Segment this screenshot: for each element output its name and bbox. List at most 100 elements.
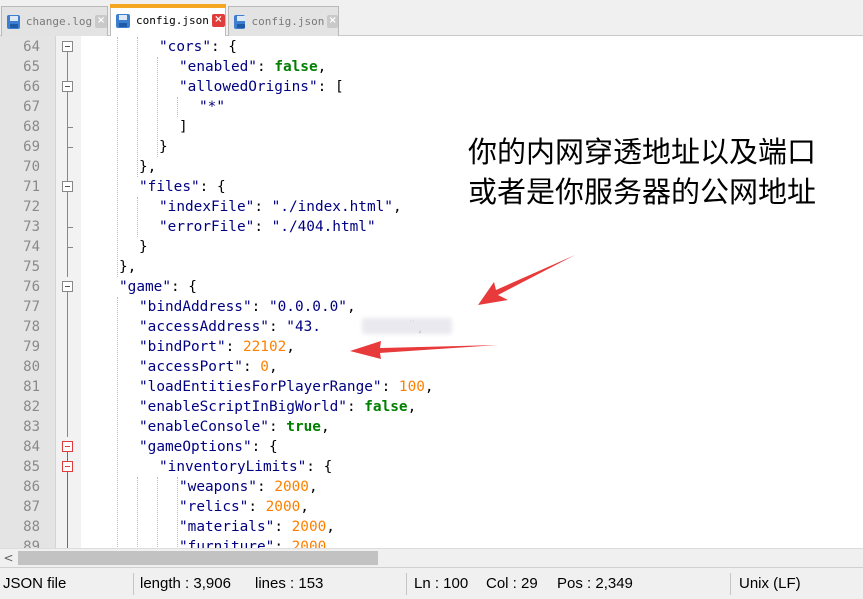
code-line: "*" [199, 99, 225, 115]
status-ln: Ln : 100 [414, 575, 469, 592]
line-number: 67 [23, 99, 40, 115]
saved-file-icon [116, 13, 130, 28]
tab-bar: change.log × config.json × config.json × [0, 0, 863, 36]
fold-collapse-icon[interactable] [62, 281, 73, 292]
fold-collapse-icon[interactable] [62, 41, 73, 52]
code-line: "enableConsole": true, [139, 419, 330, 435]
code-line: "allowedOrigins": [ [179, 79, 344, 95]
code-line: "enabled": false, [179, 59, 327, 75]
code-line: ] [179, 119, 188, 135]
code-line: "files": { [139, 179, 226, 195]
fold-collapse-icon[interactable] [62, 81, 73, 92]
annotation-text: 你的内网穿透地址以及端口 或者是你服务器的公网地址 [468, 132, 848, 212]
indent-guide [137, 37, 138, 177]
code-line: "furniture": 2000, [179, 539, 335, 548]
code-line: } [159, 139, 168, 155]
status-file-type: JSON file [3, 575, 67, 592]
code-line: "indexFile": "./index.html", [159, 199, 402, 215]
annotation-line-2: 或者是你服务器的公网地址 [468, 175, 817, 209]
indent-guide [137, 197, 138, 237]
code-line: "bindAddress": "0.0.0.0", [139, 299, 356, 315]
code-line: "materials": 2000, [179, 519, 335, 535]
fold-end-tick [67, 147, 73, 148]
line-number: 79 [23, 339, 40, 355]
indent-guide [157, 477, 158, 548]
close-tab-icon[interactable]: × [95, 15, 107, 28]
line-number: 81 [23, 379, 40, 395]
fold-collapse-icon[interactable] [62, 461, 73, 472]
code-line: "errorFile": "./404.html" [159, 219, 376, 235]
status-col: Col : 29 [486, 575, 538, 592]
scroll-left-icon[interactable]: < [0, 549, 17, 567]
saved-file-icon [7, 14, 20, 29]
tab-label: config.json [136, 14, 209, 27]
line-number: 69 [23, 139, 40, 155]
line-number: 88 [23, 519, 40, 535]
indent-guide [117, 37, 118, 277]
status-length: length : 3,906 [140, 575, 231, 592]
fold-end-tick [67, 227, 73, 228]
indent-guide [117, 297, 118, 548]
code-line: "enableScriptInBigWorld": false, [139, 399, 417, 415]
tab-label: config.json [251, 15, 325, 28]
line-number: 68 [23, 119, 40, 135]
code-line: "loadEntitiesForPlayerRange": 100, [139, 379, 434, 395]
indent-guide [177, 97, 178, 117]
line-number: 73 [23, 219, 40, 235]
code-line: }, [139, 159, 157, 175]
code-line: "game": { [119, 279, 197, 295]
line-number: 66 [23, 79, 40, 95]
annotation-line-1: 你的内网穿透地址以及端口 [468, 135, 817, 169]
line-number: 64 [23, 39, 40, 55]
line-number: 71 [23, 179, 40, 195]
tab-label: change.log [25, 15, 93, 28]
line-number: 82 [23, 399, 40, 415]
status-bar: JSON file length : 3,906 lines : 153 Ln … [0, 567, 863, 599]
line-number: 80 [23, 359, 40, 375]
line-number: 78 [23, 319, 40, 335]
indent-guide [137, 477, 138, 548]
line-number: 87 [23, 499, 40, 515]
status-lines: lines : 153 [255, 575, 324, 592]
fold-end-tick [67, 127, 73, 128]
line-number: 70 [23, 159, 40, 175]
line-number: 75 [23, 259, 40, 275]
code-line: "inventoryLimits": { [159, 459, 333, 475]
line-number: 83 [23, 419, 40, 435]
line-number: 84 [23, 439, 40, 455]
line-number: 65 [23, 59, 40, 75]
fold-collapse-icon[interactable] [62, 441, 73, 452]
close-tab-icon[interactable]: × [327, 15, 338, 28]
code-line: } [139, 239, 148, 255]
line-number: 74 [23, 239, 40, 255]
fold-end-tick [67, 247, 73, 248]
code-line: }, [119, 259, 137, 275]
line-number: 72 [23, 199, 40, 215]
code-line: "accessPort": 0, [139, 359, 278, 375]
fold-collapse-icon[interactable] [62, 181, 73, 192]
saved-file-icon [234, 14, 246, 29]
scrollbar-thumb[interactable] [18, 551, 378, 565]
line-number: 76 [23, 279, 40, 295]
code-line: "weapons": 2000, [179, 479, 318, 495]
line-number: 86 [23, 479, 40, 495]
redacted-address [362, 318, 452, 334]
fold-line [67, 287, 68, 437]
line-number-gutter: 64 65 66 67 68 69 70 71 72 73 74 75 76 77 78 79 80 81 82 83… [0, 36, 55, 555]
code-line: "relics": 2000, [179, 499, 309, 515]
status-pos: Pos : 2,349 [557, 575, 633, 592]
code-line: "gameOptions": { [139, 439, 278, 455]
code-editor[interactable]: "cors": { "enabled": false, "allowedOrigin… [81, 36, 863, 548]
close-tab-icon[interactable]: × [211, 14, 225, 27]
tab-config-json-active[interactable]: config.json × [110, 4, 226, 36]
indent-guide [157, 57, 158, 157]
horizontal-scrollbar[interactable]: < [0, 548, 863, 567]
indent-guide [177, 477, 178, 548]
fold-margin[interactable] [55, 36, 81, 557]
line-number: 77 [23, 299, 40, 315]
status-eol: Unix (LF) [739, 575, 801, 592]
tab-change-log[interactable]: change.log × [1, 6, 108, 36]
line-number: 85 [23, 459, 40, 475]
tab-config-json[interactable]: config.json × [228, 6, 339, 36]
code-line: "cors": { [159, 39, 237, 55]
